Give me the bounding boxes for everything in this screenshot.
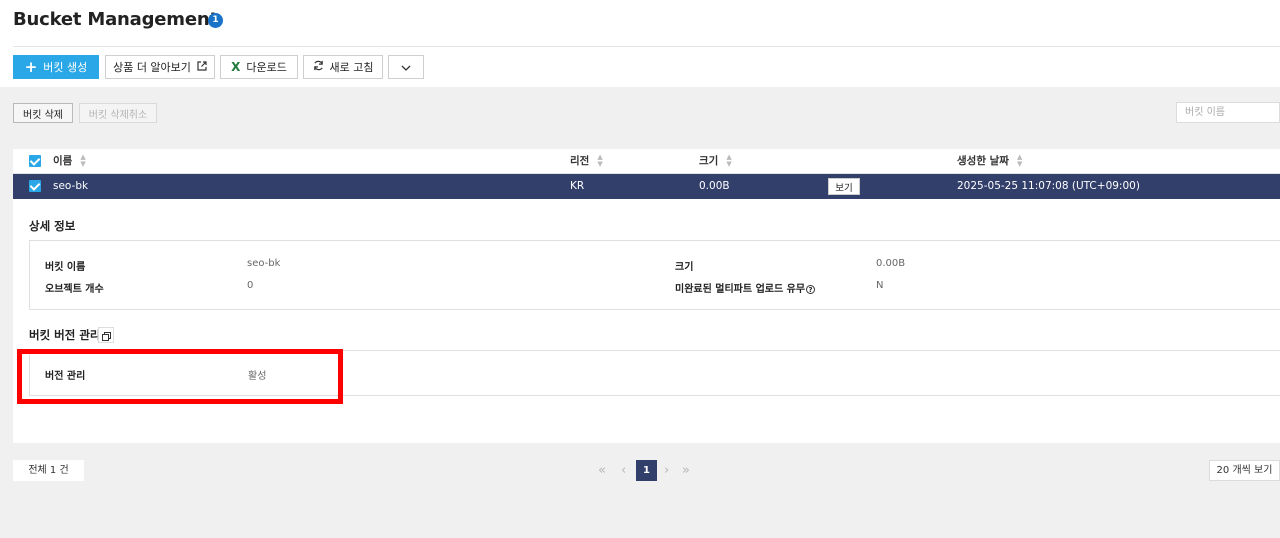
row-name: seo-bk xyxy=(53,180,89,192)
column-header-created[interactable]: 생성한 날짜 ▲ ▼ xyxy=(957,149,1022,174)
copy-icon[interactable] xyxy=(98,327,114,343)
object-count-label: 오브젝트 개수 xyxy=(45,284,104,295)
bucket-name-label: 버킷 이름 xyxy=(45,262,86,273)
header-divider xyxy=(13,46,1280,47)
bucket-name-value: seo-bk xyxy=(247,258,281,269)
page-header: Bucket Management 1 + 버킷 생성 상품 더 알아보기 X … xyxy=(0,0,1280,87)
sort-icon: ▲ ▼ xyxy=(1016,153,1023,168)
sort-icon: ▲ ▼ xyxy=(726,153,732,168)
bucket-search-input[interactable]: 버킷 이름 xyxy=(1176,102,1280,123)
delete-bucket-button[interactable]: 버킷 삭제 xyxy=(13,103,73,123)
refresh-button[interactable]: 새로 고침 xyxy=(303,55,383,79)
versioning-section-title: 버킷 버전 관리 xyxy=(29,328,101,342)
refresh-icon xyxy=(313,60,324,74)
total-count: 전체 1 건 xyxy=(13,460,84,481)
column-header-size[interactable]: 크기 ▲ ▼ xyxy=(699,149,732,174)
external-link-icon xyxy=(197,60,207,74)
create-bucket-label: 버킷 생성 xyxy=(43,61,88,74)
download-label: 다운로드 xyxy=(246,61,287,74)
undo-delete-button[interactable]: 버킷 삭제취소 xyxy=(79,103,157,123)
info-badge[interactable]: 1 xyxy=(208,13,223,28)
first-page-icon[interactable]: « xyxy=(598,460,606,481)
help-icon[interactable]: ? xyxy=(806,284,816,294)
next-page-icon[interactable]: › xyxy=(664,460,669,481)
page-title: Bucket Management xyxy=(13,9,218,30)
row-size: 0.00B xyxy=(699,180,730,192)
multipart-label: 미완료된 멀티파트 업로드 유무? xyxy=(675,280,816,295)
more-dropdown-button[interactable] xyxy=(388,55,424,79)
object-count-value: 0 xyxy=(247,280,254,291)
current-page[interactable]: 1 xyxy=(636,460,657,481)
detail-area: 상세 정보 버킷 이름 seo-bk 크기 0.00B 오브젝트 개수 0 미완… xyxy=(13,199,1280,443)
view-size-button[interactable]: 보기 xyxy=(828,178,860,195)
multipart-value: N xyxy=(876,280,884,291)
learn-more-label: 상품 더 알아보기 xyxy=(113,61,191,74)
detail-panel: 버킷 이름 seo-bk 크기 0.00B 오브젝트 개수 0 미완료된 멀티파… xyxy=(29,240,1280,310)
row-region: KR xyxy=(570,180,585,192)
plus-icon: + xyxy=(24,57,38,76)
size-value: 0.00B xyxy=(876,258,906,269)
size-label: 크기 xyxy=(675,262,694,273)
sort-icon: ▲ ▼ xyxy=(597,153,603,168)
create-bucket-button[interactable]: + 버킷 생성 xyxy=(13,55,99,79)
download-button[interactable]: X 다운로드 xyxy=(220,55,298,79)
row-created: 2025-05-25 11:07:08 (UTC+09:00) xyxy=(957,180,1140,192)
last-page-icon[interactable]: » xyxy=(682,460,690,481)
select-all-checkbox[interactable] xyxy=(29,155,41,167)
excel-icon: X xyxy=(231,60,241,74)
refresh-label: 새로 고침 xyxy=(329,61,374,74)
column-header-region[interactable]: 리전 ▲ ▼ xyxy=(570,149,603,174)
chevron-down-icon xyxy=(401,61,411,74)
table-row[interactable]: seo-bk KR 0.00B 보기 2025-05-25 11:07:08 (… xyxy=(13,174,1280,199)
learn-more-button[interactable]: 상품 더 알아보기 xyxy=(105,55,215,79)
row-checkbox[interactable] xyxy=(29,180,41,192)
table-header: 이름 ▲ ▼ 리전 ▲ ▼ 크기 ▲ ▼ 생성한 날짜 ▲ ▼ xyxy=(13,149,1280,174)
sort-icon: ▲ ▼ xyxy=(80,153,86,168)
detail-section-title: 상세 정보 xyxy=(29,219,76,233)
prev-page-icon[interactable]: ‹ xyxy=(621,460,626,481)
column-header-name[interactable]: 이름 ▲ ▼ xyxy=(53,149,86,174)
per-page-select[interactable]: 20 개씩 보기 xyxy=(1209,460,1280,481)
highlight-box xyxy=(17,349,343,404)
